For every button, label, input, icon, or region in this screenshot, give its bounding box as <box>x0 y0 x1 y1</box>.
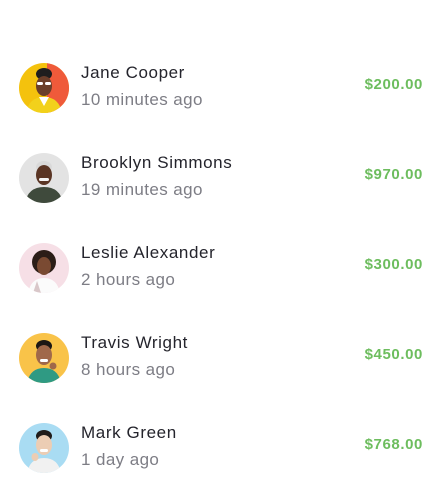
transaction-amount: $970.00 <box>364 166 423 183</box>
contact-name: Jane Cooper <box>81 63 185 82</box>
avatar <box>19 423 69 473</box>
transaction-row[interactable]: Travis Wright 8 hours ago $450.00 <box>0 328 439 388</box>
transaction-amount: $450.00 <box>364 346 423 363</box>
avatar <box>19 63 69 113</box>
transaction-row[interactable]: Leslie Alexander 2 hours ago $300.00 <box>0 238 439 298</box>
avatar <box>19 333 69 383</box>
transaction-row[interactable]: Brooklyn Simmons 19 minutes ago $970.00 <box>0 148 439 208</box>
transaction-time: 19 minutes ago <box>81 180 203 199</box>
person-pink-background-avatar-icon <box>19 243 69 293</box>
contact-name: Brooklyn Simmons <box>81 153 233 172</box>
person-yellow-background-avatar-icon <box>19 63 69 113</box>
transaction-time: 2 hours ago <box>81 270 176 289</box>
transaction-row[interactable]: Jane Cooper 10 minutes ago $200.00 <box>0 58 439 118</box>
contact-name: Mark Green <box>81 423 177 442</box>
transaction-amount: $200.00 <box>364 76 423 93</box>
transaction-time: 1 day ago <box>81 450 160 469</box>
person-blue-background-avatar-icon <box>19 423 69 473</box>
person-gray-background-avatar-icon <box>19 153 69 203</box>
transaction-list: Jane Cooper 10 minutes ago $200.00 Brook… <box>0 0 439 490</box>
person-orange-background-avatar-icon <box>19 333 69 383</box>
transaction-time: 10 minutes ago <box>81 90 203 109</box>
transaction-time: 8 hours ago <box>81 360 176 379</box>
contact-name: Leslie Alexander <box>81 243 216 262</box>
transaction-row[interactable]: Mark Green 1 day ago $768.00 <box>0 418 439 478</box>
transaction-amount: $768.00 <box>364 436 423 453</box>
avatar <box>19 243 69 293</box>
avatar <box>19 153 69 203</box>
contact-name: Travis Wright <box>81 333 188 352</box>
transaction-amount: $300.00 <box>364 256 423 273</box>
